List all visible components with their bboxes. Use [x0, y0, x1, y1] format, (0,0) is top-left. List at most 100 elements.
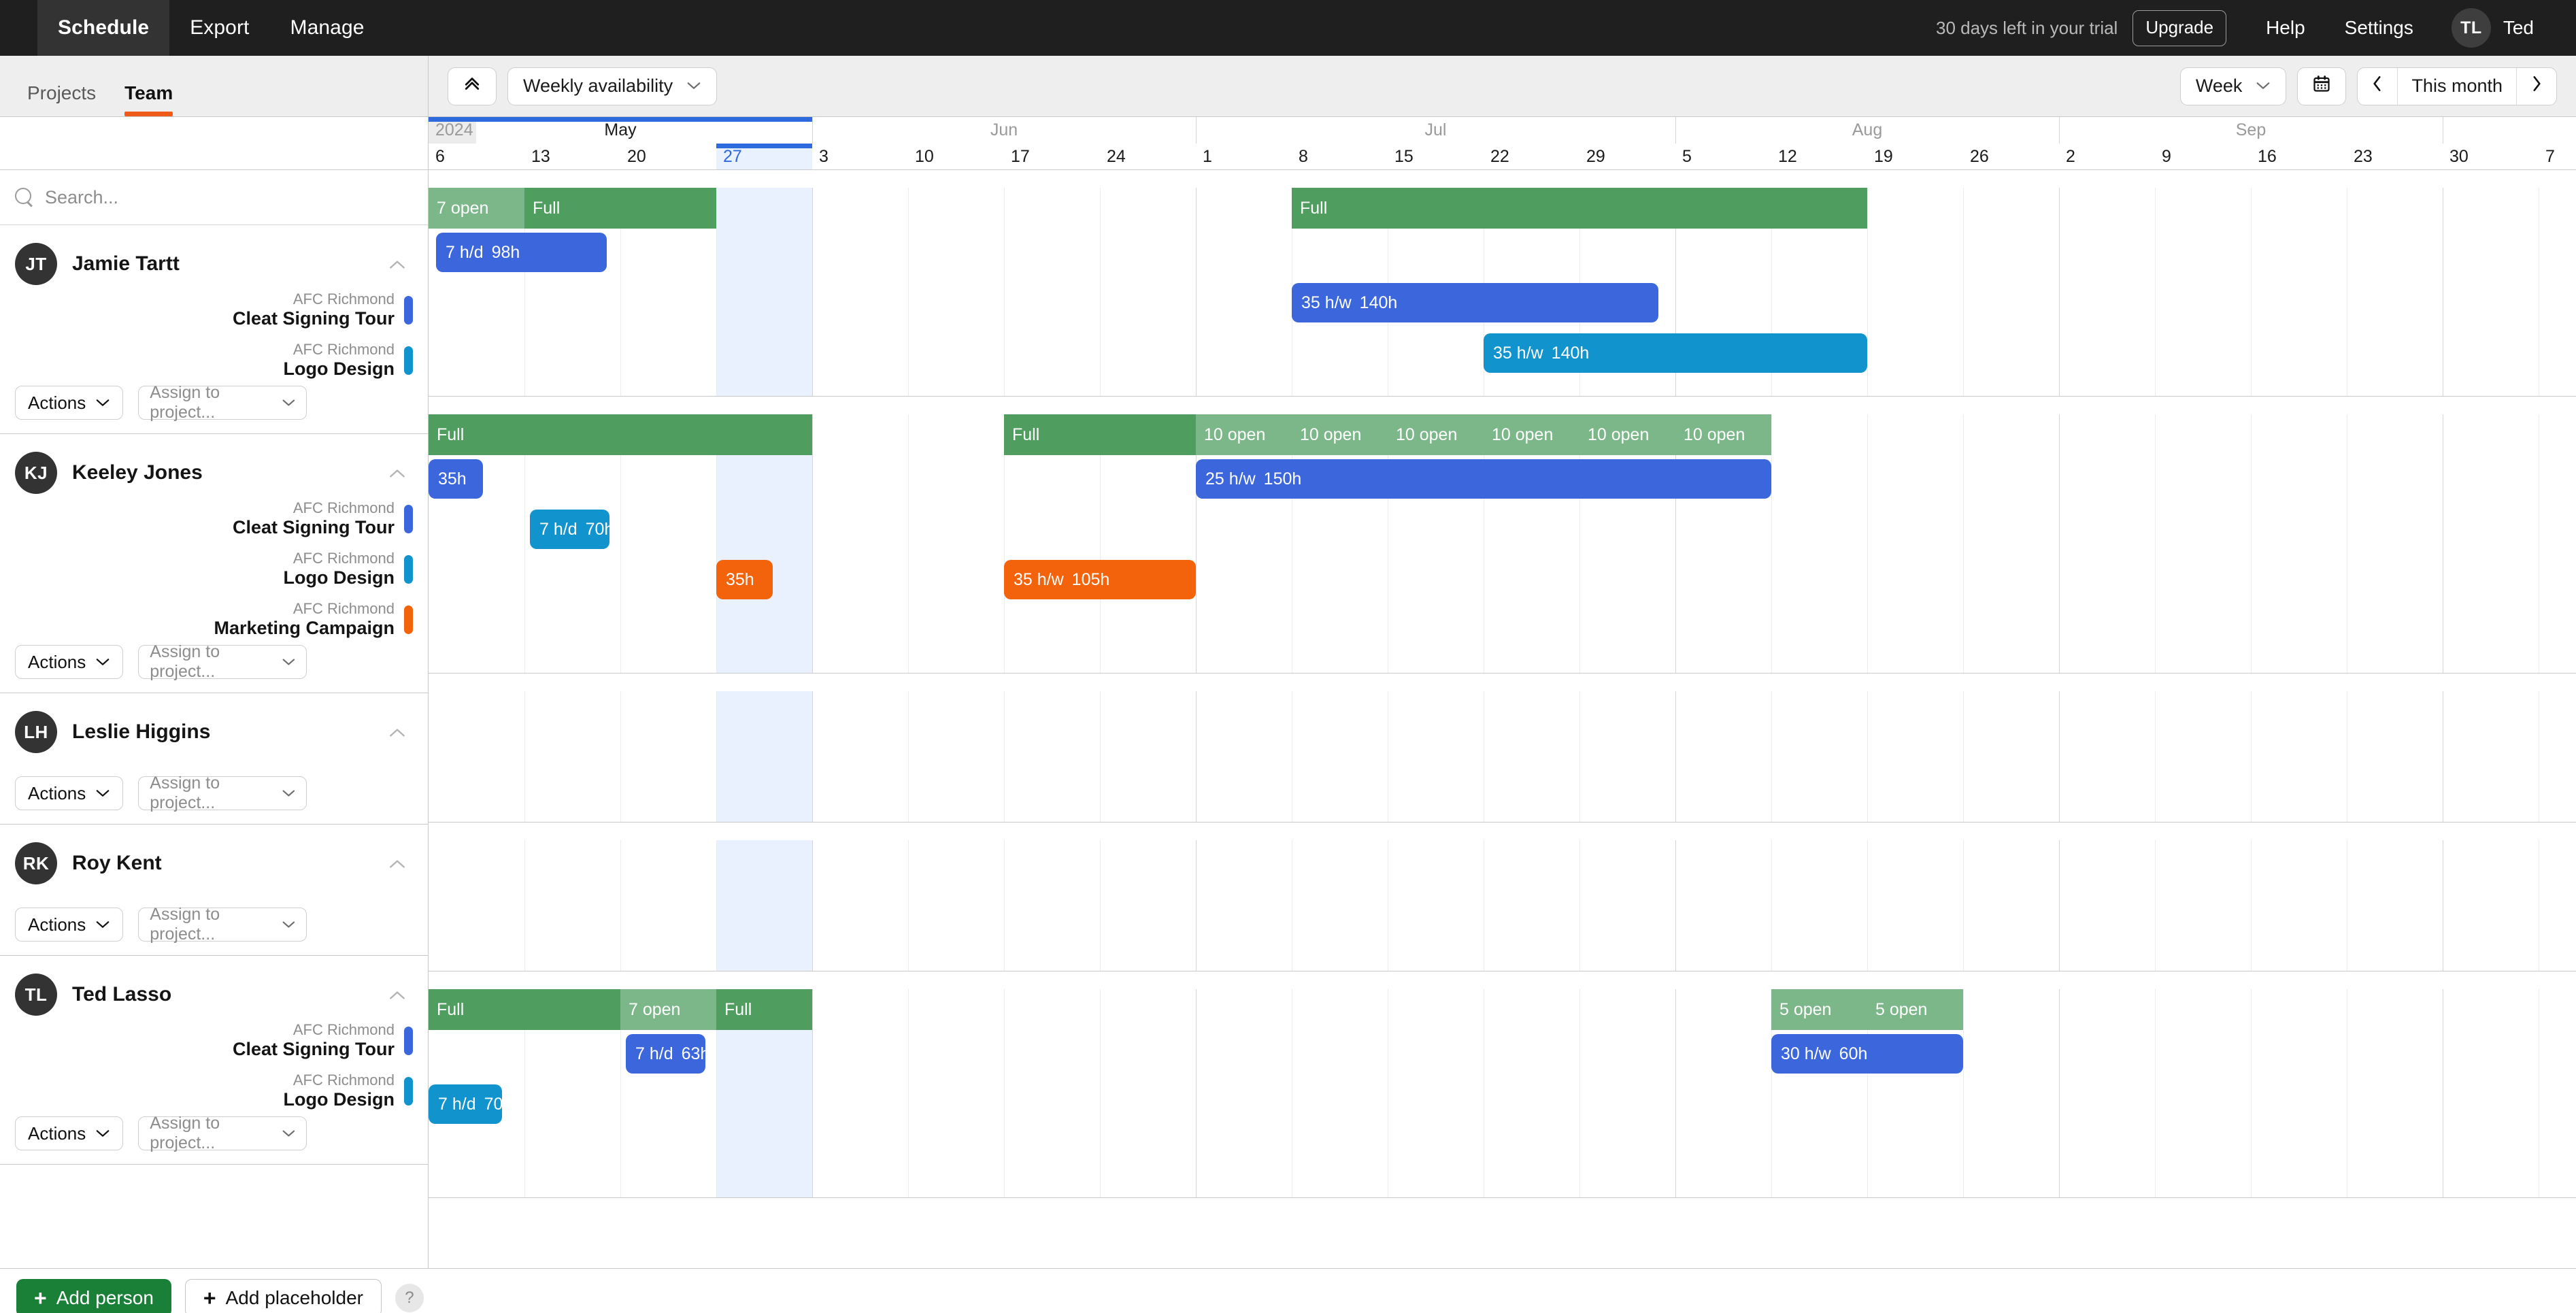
timeline-day-10[interactable]: 10 [908, 144, 1004, 169]
timeline-day-22[interactable]: 22 [1484, 144, 1579, 169]
availability-cell[interactable]: 10 open [1675, 414, 1771, 455]
tab-team[interactable]: Team [124, 82, 173, 116]
availability-cell[interactable]: Full [429, 414, 812, 455]
availability-cell[interactable]: 10 open [1292, 414, 1388, 455]
assignment-item[interactable]: AFC Richmond Marketing Campaign [0, 595, 413, 645]
availability-cell[interactable]: 10 open [1388, 414, 1484, 455]
zoom-level-select[interactable]: Week [2179, 67, 2287, 105]
actions-button[interactable]: Actions [15, 1116, 124, 1150]
previous-period-button[interactable] [2358, 68, 2397, 105]
assign-to-project-select[interactable]: Assign to project... [138, 642, 307, 681]
user-name-label[interactable]: Ted [2503, 17, 2534, 39]
chevron-up-icon[interactable] [388, 986, 406, 1003]
avatar[interactable]: LH [15, 711, 57, 753]
timeline-day-23[interactable]: 23 [2347, 144, 2443, 169]
add-placeholder-button[interactable]: + Add placeholder [184, 1278, 382, 1313]
avatar[interactable]: KJ [15, 452, 57, 494]
availability-cell[interactable]: 10 open [1484, 414, 1579, 455]
availability-cell[interactable] [1675, 188, 1867, 229]
assignment-item[interactable]: AFC Richmond Cleat Signing Tour [0, 1016, 413, 1066]
timeline-day-17[interactable]: 17 [1004, 144, 1100, 169]
task-bar[interactable]: 7 h/d 70h [429, 1084, 502, 1124]
nav-item-manage[interactable]: Manage [270, 0, 385, 56]
timeline-day-19[interactable]: 19 [1867, 144, 1963, 169]
availability-cell[interactable]: 10 open [1196, 414, 1292, 455]
task-bar[interactable]: 35 h/w 140h [1484, 333, 1867, 373]
task-bar[interactable]: 35h [716, 560, 773, 599]
availability-cell[interactable]: Full [1292, 188, 1675, 229]
avatar[interactable]: JT [15, 243, 57, 285]
assignment-item[interactable]: AFC Richmond Logo Design [0, 335, 413, 386]
nav-item-schedule[interactable]: Schedule [37, 0, 170, 56]
schedule-board: Search... JT Jamie Tartt AFC Richmond Cl… [0, 170, 2576, 1268]
availability-cell[interactable]: 5 open [1867, 989, 1963, 1030]
assignment-project: Logo Design [283, 359, 395, 380]
assign-to-project-select[interactable]: Assign to project... [138, 383, 307, 422]
timeline-day-20[interactable]: 20 [620, 144, 716, 169]
timeline-day-3[interactable]: 3 [812, 144, 908, 169]
add-person-button[interactable]: + Add person [16, 1278, 171, 1313]
next-period-button[interactable] [2516, 67, 2556, 105]
assign-to-project-select[interactable]: Assign to project... [138, 774, 307, 812]
assignment-item[interactable]: AFC Richmond Cleat Signing Tour [0, 494, 413, 544]
timeline-day-26[interactable]: 26 [1963, 144, 2059, 169]
chevron-up-icon[interactable] [388, 854, 406, 872]
task-bar[interactable]: 35 h/w 105h [1004, 560, 1196, 599]
task-bar[interactable]: 30 h/w 60h [1771, 1034, 1963, 1074]
timeline-day-16[interactable]: 16 [2251, 144, 2347, 169]
availability-cell[interactable]: Full [716, 989, 812, 1030]
availability-cell[interactable]: 5 open [1771, 989, 1867, 1030]
chevron-up-icon[interactable] [388, 464, 406, 482]
nav-item-export[interactable]: Export [169, 0, 269, 56]
timeline-day-1[interactable]: 1 [1196, 144, 1292, 169]
help-icon[interactable]: ? [395, 1283, 424, 1312]
actions-button[interactable]: Actions [15, 776, 124, 810]
assign-to-project-select[interactable]: Assign to project... [138, 905, 307, 944]
availability-cell[interactable]: 10 open [1579, 414, 1675, 455]
availability-cell[interactable]: 7 open [429, 188, 524, 229]
assignment-item[interactable]: AFC Richmond Cleat Signing Tour [0, 285, 413, 335]
assignment-item[interactable]: AFC Richmond Logo Design [0, 1066, 413, 1116]
avatar[interactable]: RK [15, 842, 57, 884]
timeline-day-7[interactable]: 7 [2539, 144, 2576, 169]
availability-cell[interactable]: Full [429, 989, 620, 1030]
collapse-all-button[interactable] [448, 67, 497, 105]
upgrade-button[interactable]: Upgrade [2132, 10, 2227, 46]
availability-view-select[interactable]: Weekly availability [507, 67, 718, 105]
task-bar[interactable]: 25 h/w 150h [1196, 459, 1771, 499]
timeline-day-2[interactable]: 2 [2059, 144, 2155, 169]
timeline-day-24[interactable]: 24 [1100, 144, 1196, 169]
actions-button[interactable]: Actions [15, 645, 124, 679]
timeline-day-9[interactable]: 9 [2155, 144, 2251, 169]
timeline-day-12[interactable]: 12 [1771, 144, 1867, 169]
availability-cell[interactable]: Full [524, 188, 716, 229]
availability-cell[interactable]: Full [1004, 414, 1196, 455]
tab-projects[interactable]: Projects [27, 82, 96, 116]
chevron-up-icon[interactable] [388, 723, 406, 741]
assignment-item[interactable]: AFC Richmond Logo Design [0, 544, 413, 595]
task-bar[interactable]: 35 h/w 140h [1292, 283, 1658, 322]
search-input[interactable]: Search... [0, 170, 428, 225]
timeline-day-29[interactable]: 29 [1579, 144, 1675, 169]
task-bar[interactable]: 35h [429, 459, 483, 499]
timeline-day-6[interactable]: 6 [429, 144, 524, 169]
date-picker-button[interactable] [2297, 67, 2347, 105]
help-link[interactable]: Help [2266, 17, 2305, 39]
timeline-day-15[interactable]: 15 [1388, 144, 1484, 169]
actions-button[interactable]: Actions [15, 386, 124, 420]
task-bar[interactable]: 7 h/d 98h [436, 233, 607, 272]
avatar[interactable]: TL [15, 974, 57, 1016]
chevron-up-icon[interactable] [388, 255, 406, 273]
availability-cell[interactable]: 7 open [620, 989, 716, 1030]
task-bar[interactable]: 7 h/d 70h [530, 510, 609, 549]
timeline-day-8[interactable]: 8 [1292, 144, 1388, 169]
task-bar[interactable]: 7 h/d 63h [626, 1034, 705, 1074]
timeline-day-13[interactable]: 13 [524, 144, 620, 169]
current-range-label[interactable]: This month [2397, 67, 2516, 105]
timeline-day-5[interactable]: 5 [1675, 144, 1771, 169]
actions-button[interactable]: Actions [15, 908, 124, 942]
avatar[interactable]: TL [2451, 8, 2491, 48]
settings-link[interactable]: Settings [2345, 17, 2413, 39]
assign-to-project-select[interactable]: Assign to project... [138, 1114, 307, 1152]
timeline-day-30[interactable]: 30 [2443, 144, 2539, 169]
